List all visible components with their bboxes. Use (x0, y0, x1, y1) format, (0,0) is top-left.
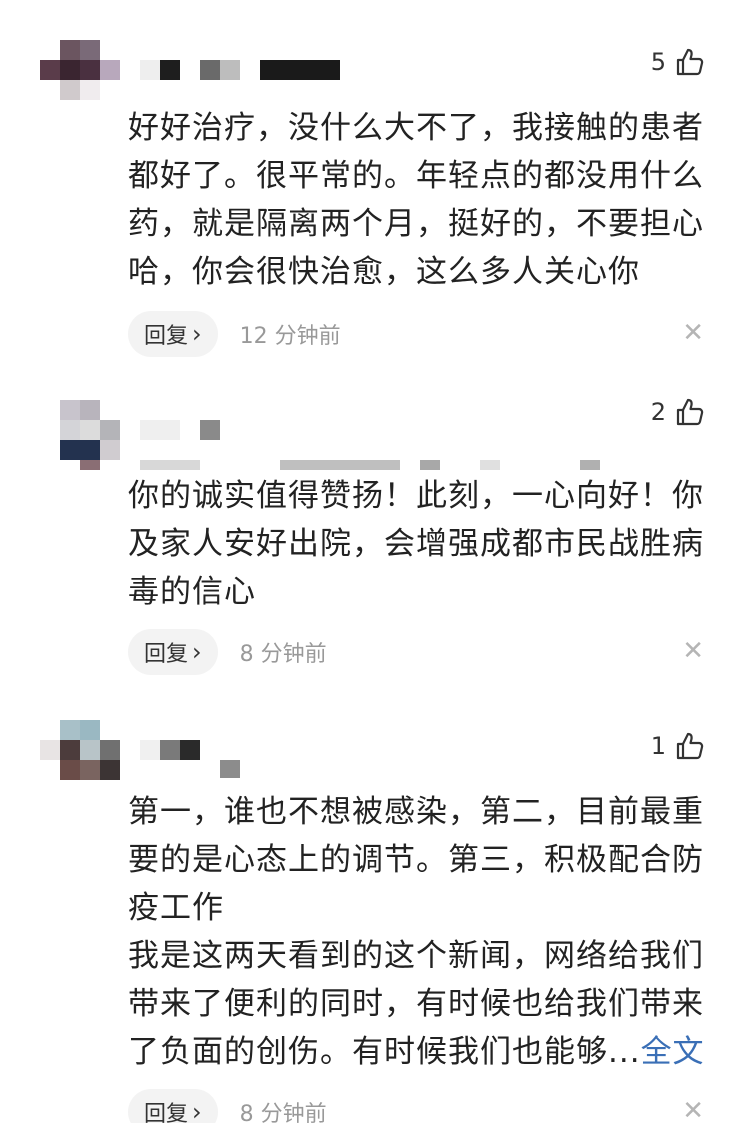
reply-label: 回复 (144, 642, 189, 667)
close-icon[interactable]: ✕ (682, 636, 704, 666)
comment-paragraph: 第一，谁也不想被感染，第二，目前最重要的是心态上的调节。第三，积极配合防疫工作 (128, 794, 704, 926)
username-redacted[interactable] (140, 420, 620, 470)
avatar[interactable] (40, 40, 120, 110)
username-redacted[interactable] (140, 740, 260, 780)
comment-item: 2 你的诚实值得赞扬！此刻，一心向好！你及家人安好出院，会增强成都市民战胜病毒的… (0, 370, 736, 700)
reply-button[interactable]: 回复 › (128, 311, 218, 357)
reply-button[interactable]: 回复 › (128, 629, 218, 675)
comment-actions: 回复 › 8 分钟前 (128, 1089, 706, 1123)
like-count: 2 (650, 398, 666, 426)
close-icon[interactable]: ✕ (682, 318, 704, 348)
close-icon[interactable]: ✕ (682, 1096, 704, 1123)
comment-item: 1 第一，谁也不想被感染，第二，目前最重要的是心态上的调节。第三，积极配合防疫工… (0, 700, 736, 1123)
like-count: 1 (650, 732, 666, 760)
comment-actions: 回复 › 8 分钟前 (128, 629, 706, 675)
reply-button[interactable]: 回复 › (128, 1089, 218, 1123)
comment-text: 第一，谁也不想被感染，第二，目前最重要的是心态上的调节。第三，积极配合防疫工作 … (128, 788, 720, 1076)
like-count: 5 (650, 48, 666, 76)
read-more-link[interactable]: 全文 (641, 1034, 705, 1070)
timestamp: 8 分钟前 (239, 1102, 327, 1123)
comment-actions: 回复 › 12 分钟前 (128, 311, 706, 357)
comment-paragraph: 你的诚实值得赞扬！此刻，一心向好！你及家人安好出院，会增强成都市民战胜病毒的信心 (128, 478, 704, 610)
avatar[interactable] (40, 720, 120, 790)
comment-text: 好好治疗，没什么大不了，我接触的患者都好了。很平常的。年轻点的都没用什么药，就是… (128, 104, 720, 296)
timestamp: 8 分钟前 (239, 642, 327, 667)
comment-paragraph-text: 我是这两天看到的这个新闻，网络给我们带来了便利的同时，有时候也给我们带来了负面的… (128, 938, 704, 1070)
comment-list: 5 好好治疗，没什么大不了，我接触的患者都好了。很平常的。年轻点的都没用什么药，… (0, 0, 736, 1123)
comment-text: 你的诚实值得赞扬！此刻，一心向好！你及家人安好出院，会增强成都市民战胜病毒的信心 (128, 472, 720, 616)
like-button[interactable]: 2 (651, 396, 706, 428)
comment-paragraph: 好好治疗，没什么大不了，我接触的患者都好了。很平常的。年轻点的都没用什么药，就是… (128, 110, 704, 290)
chevron-right-icon: › (192, 320, 202, 348)
chevron-right-icon: › (192, 1098, 202, 1123)
thumbs-up-icon (676, 732, 704, 760)
thumbs-up-icon (676, 398, 704, 426)
like-button[interactable]: 5 (651, 46, 706, 78)
thumbs-up-icon (676, 48, 704, 76)
chevron-right-icon: › (192, 638, 202, 666)
comment-paragraph: 我是这两天看到的这个新闻，网络给我们带来了便利的同时，有时候也给我们带来了负面的… (128, 932, 720, 1076)
username-redacted[interactable] (140, 60, 360, 80)
reply-label: 回复 (144, 324, 189, 349)
avatar[interactable] (40, 400, 120, 470)
reply-label: 回复 (144, 1102, 189, 1123)
comment-item: 5 好好治疗，没什么大不了，我接触的患者都好了。很平常的。年轻点的都没用什么药，… (0, 0, 736, 370)
timestamp: 12 分钟前 (239, 324, 341, 349)
like-button[interactable]: 1 (651, 730, 706, 762)
